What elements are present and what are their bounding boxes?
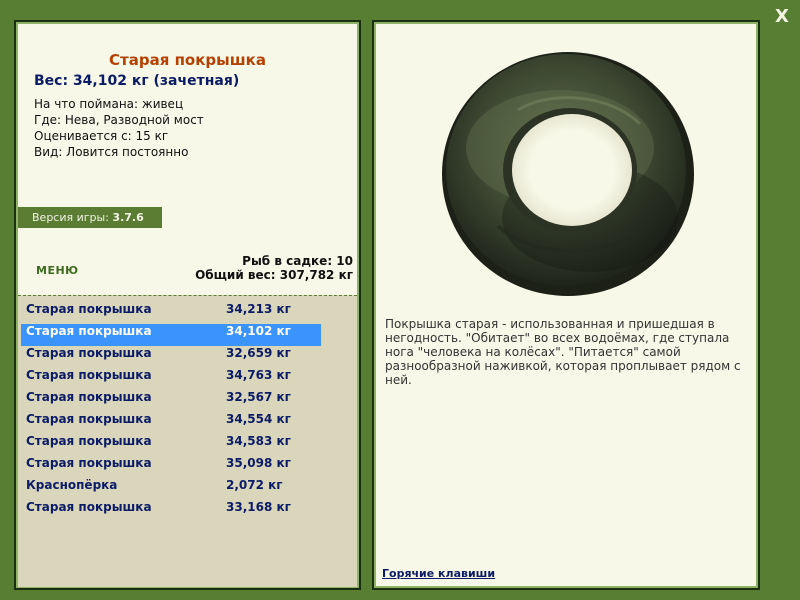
catch-fish-weight: 32,567 кг — [226, 390, 291, 404]
bait-line: На что поймана: живец — [34, 97, 184, 111]
hotkeys-link[interactable]: Горячие клавиши — [382, 567, 495, 580]
catch-fish-name: Старая покрышка — [26, 500, 152, 514]
location-line: Где: Нева, Разводной мост — [34, 113, 204, 127]
version-label: Версия игры: — [32, 211, 109, 224]
catch-list-row[interactable]: Старая покрышка 33,168 кг — [21, 500, 321, 522]
fish-weight: Вес: 34,102 кг (зачетная) — [34, 73, 240, 89]
catch-fish-weight: 33,168 кг — [226, 500, 291, 514]
catch-fish-name: Старая покрышка — [26, 434, 152, 448]
catch-list-row[interactable]: Старая покрышка 32,659 кг — [21, 346, 321, 368]
catch-list-row[interactable]: Старая покрышка 35,098 кг — [21, 456, 321, 478]
catch-fish-weight: 34,583 кг — [226, 434, 291, 448]
catch-fish-name: Старая покрышка — [26, 390, 152, 404]
catch-fish-name: Старая покрышка — [26, 456, 152, 470]
catch-fish-weight: 34,554 кг — [226, 412, 291, 426]
catch-fish-weight: 34,102 кг — [226, 324, 291, 338]
fish-title: Старая покрышка — [109, 51, 266, 69]
tire-image — [442, 52, 694, 296]
fish-description: Покрышка старая - использованная и прише… — [385, 317, 741, 387]
catch-list-row[interactable]: Старая покрышка 34,554 кг — [21, 412, 321, 434]
version-value: 3.7.6 — [112, 211, 144, 224]
catch-fish-name: Старая покрышка — [26, 346, 152, 360]
keepnet-count: Рыб в садке: 10 — [242, 254, 353, 268]
catch-fish-weight: 34,763 кг — [226, 368, 291, 382]
version-badge: Версия игры: 3.7.6 — [18, 207, 162, 228]
kind-line: Вид: Ловится постоянно — [34, 145, 189, 159]
catch-list-row[interactable]: Старая покрышка 34,213 кг — [21, 302, 321, 324]
catch-fish-weight: 32,659 кг — [226, 346, 291, 360]
menu-button[interactable]: МЕНЮ — [36, 264, 79, 277]
catch-fish-weight: 2,072 кг — [226, 478, 283, 492]
total-weight: Общий вес: 307,782 кг — [195, 268, 353, 282]
description-panel: Покрышка старая - использованная и прише… — [372, 20, 760, 590]
catch-fish-name: Старая покрышка — [26, 302, 152, 316]
catch-list-row[interactable]: Краснопёрка 2,072 кг — [21, 478, 321, 500]
catch-list-row[interactable]: Старая покрышка 34,583 кг — [21, 434, 321, 456]
threshold-line: Оценивается с: 15 кг — [34, 129, 169, 143]
close-button[interactable]: X — [770, 5, 794, 29]
catch-list-row[interactable]: Старая покрышка 34,763 кг — [21, 368, 321, 390]
catch-fish-name: Старая покрышка — [26, 412, 152, 426]
catch-fish-name: Краснопёрка — [26, 478, 118, 492]
catch-fish-weight: 34,213 кг — [226, 302, 291, 316]
catch-fish-name: Старая покрышка — [26, 368, 152, 382]
catch-list-row[interactable]: Старая покрышка 32,567 кг — [21, 390, 321, 412]
catch-fish-name: Старая покрышка — [26, 324, 152, 338]
fish-info-panel: Старая покрышка Вес: 34,102 кг (зачетная… — [14, 20, 361, 590]
catch-list-row[interactable]: Старая покрышка 34,102 кг — [21, 324, 321, 346]
catch-list: Старая покрышка 34,213 кг Старая покрышка 3… — [18, 295, 357, 587]
catch-fish-weight: 35,098 кг — [226, 456, 291, 470]
